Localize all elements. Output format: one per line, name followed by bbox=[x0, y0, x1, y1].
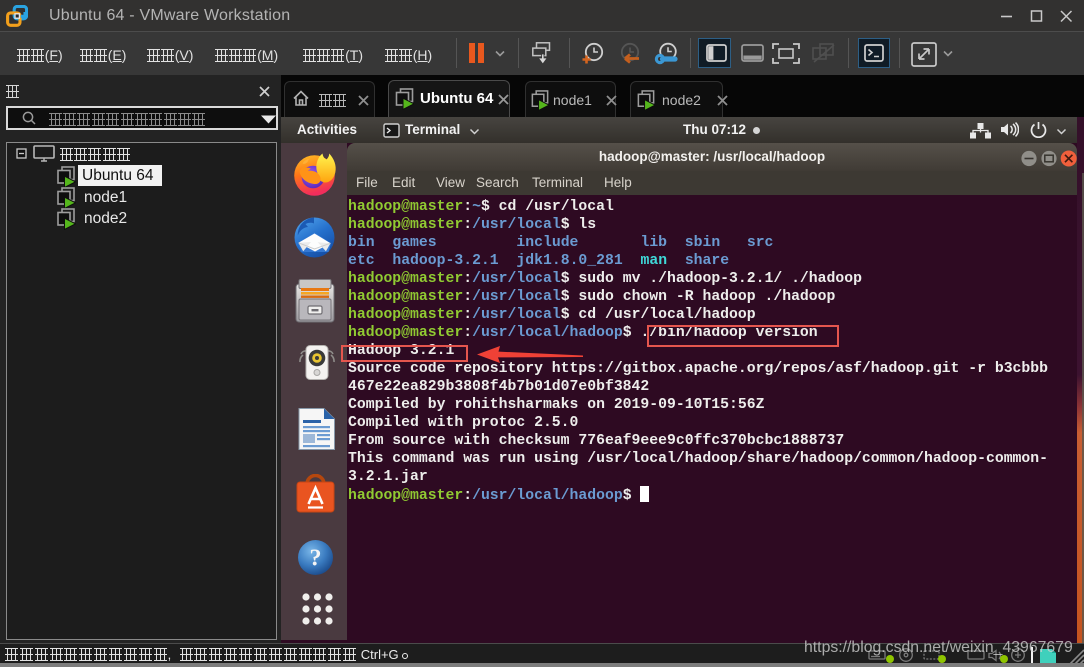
svg-text:?: ? bbox=[310, 546, 322, 572]
